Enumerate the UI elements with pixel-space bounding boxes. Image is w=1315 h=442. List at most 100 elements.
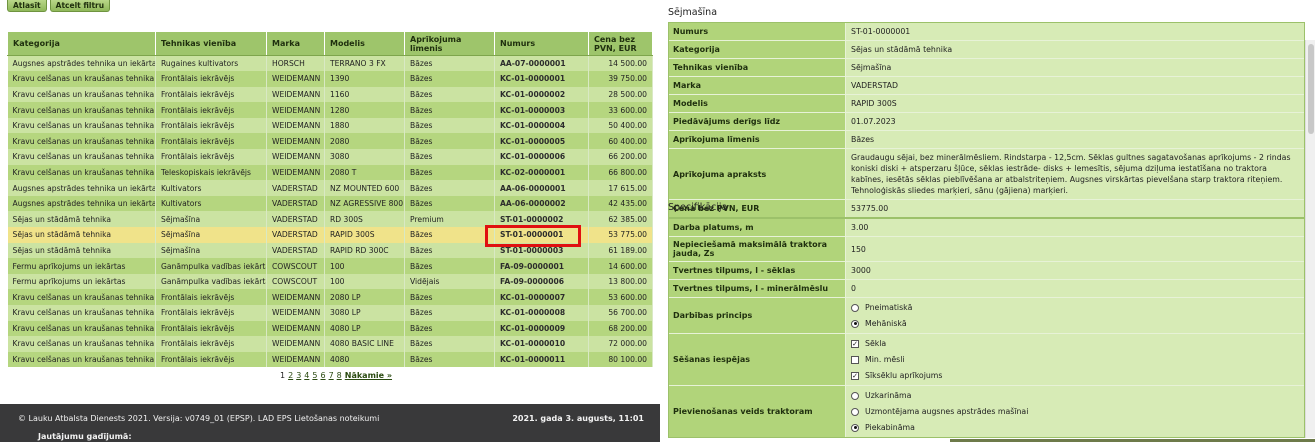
cell-number[interactable]: KC-01-0000001 <box>494 71 589 87</box>
table-row[interactable]: Kravu celšanas un kraušanas tehnika Front… <box>7 351 653 368</box>
cell-number[interactable]: ST-01-0000002 <box>494 211 589 228</box>
field-label: Modelis <box>669 95 846 112</box>
table-row[interactable]: Kravu celšanas un kraušanas tehnika Front… <box>7 336 653 352</box>
col-header-number[interactable]: Numurs <box>494 31 589 56</box>
cell-number[interactable]: ST-01-0000001 <box>494 227 589 243</box>
cell-number[interactable]: FA-09-0000001 <box>494 258 589 274</box>
spec-title: Specifikācija <box>668 202 728 213</box>
cell-category: Fermu aprīkojums un iekārtas <box>7 273 156 290</box>
table-row[interactable]: Augsnes apstrādes tehnika un iekārtas Rug… <box>7 55 653 72</box>
page-link[interactable]: 1 <box>280 371 285 380</box>
page-link[interactable]: 3 <box>296 371 301 380</box>
col-header-price[interactable]: Cena bez PVN, EUR <box>588 31 653 56</box>
cell-number[interactable]: KC-01-0000003 <box>494 102 589 118</box>
scrollbar[interactable] <box>1305 40 1315 438</box>
cell-number[interactable]: ST-01-0000003 <box>494 242 589 259</box>
col-header-model[interactable]: Modelis <box>324 31 405 56</box>
cell-number[interactable]: KC-01-0000006 <box>494 149 589 165</box>
page-link[interactable]: 8 <box>337 371 342 380</box>
cell-unit: Frontālais iekrāvējs <box>155 71 267 87</box>
cell-category: Kravu celšanas un kraušanas tehnika <box>7 320 156 337</box>
clear-filter-button[interactable]: Atcelt filtru <box>49 0 111 12</box>
cell-number[interactable]: KC-01-0000004 <box>494 117 589 134</box>
cell-price: 72 000.00 <box>588 336 653 352</box>
table-header-row: Kategorija Tehnikas vienība Marka Modeli… <box>7 31 653 56</box>
table-row[interactable]: Kravu celšanas un kraušanas tehnika Front… <box>7 305 653 321</box>
cell-price: 14 600.00 <box>588 258 653 274</box>
table-row[interactable]: Kravu celšanas un kraušanas tehnika Teles… <box>7 164 653 181</box>
scrollbar-thumb[interactable] <box>1308 44 1314 134</box>
radio-checked-icon[interactable] <box>851 423 859 432</box>
table-row[interactable]: Kravu celšanas un kraušanas tehnika Front… <box>7 320 653 337</box>
cell-model: NZ MOUNTED 600 <box>324 180 405 196</box>
page-link[interactable]: 4 <box>304 371 309 380</box>
cell-number[interactable]: KC-01-0000011 <box>494 351 589 368</box>
checkbox-unchecked-icon[interactable] <box>851 355 859 364</box>
cell-number[interactable]: KC-01-0000009 <box>494 320 589 337</box>
cell-number[interactable]: KC-01-0000007 <box>494 289 589 305</box>
checkbox-checked-icon[interactable]: ✓ <box>851 371 859 380</box>
cell-number[interactable]: AA-07-0000001 <box>494 55 589 72</box>
cell-number[interactable]: KC-01-0000010 <box>494 336 589 352</box>
radio-option[interactable]: Mehāniskā <box>851 318 907 329</box>
cell-number[interactable]: AA-06-0000002 <box>494 195 589 212</box>
checkbox-option[interactable]: Min. mēsli <box>851 354 905 365</box>
page-link[interactable]: 2 <box>288 371 293 380</box>
cell-level: Bāzes <box>404 102 495 118</box>
left-pane: Atlasīt Atcelt filtru Kategorija Tehnika… <box>0 0 660 442</box>
page-link[interactable]: 6 <box>320 371 325 380</box>
radio-option[interactable]: Uzmontējama augsnes apstrādes mašīnai <box>851 406 1028 417</box>
cell-level: Bāzes <box>404 351 495 368</box>
cell-level: Bāzes <box>404 133 495 150</box>
cell-model: 4080 LP <box>324 320 405 337</box>
col-header-brand[interactable]: Marka <box>266 31 325 56</box>
table-row[interactable]: Fermu aprīkojums un iekārtas Ganāmpulka v… <box>7 258 653 274</box>
next-pages-link[interactable]: Nākamie » <box>345 371 392 380</box>
table-row[interactable]: Fermu aprīkojums un iekārtas Ganāmpulka v… <box>7 273 653 290</box>
radio-option[interactable]: Uzkarināma <box>851 390 911 401</box>
cell-number[interactable]: FA-09-0000006 <box>494 273 589 290</box>
page-link[interactable]: 7 <box>329 371 334 380</box>
checkbox-option[interactable]: ✓ Sīksēklu aprīkojums <box>851 370 942 381</box>
radio-option[interactable]: Pneimatiskā <box>851 302 912 313</box>
radio-unchecked-icon[interactable] <box>851 407 859 416</box>
table-row[interactable]: Augsnes apstrādes tehnika un iekārtas Kul… <box>7 195 653 212</box>
radio-option[interactable]: Piekabināma <box>851 422 915 433</box>
table-row[interactable]: Kravu celšanas un kraušanas tehnika Front… <box>7 149 653 165</box>
col-header-category[interactable]: Kategorija <box>7 31 156 56</box>
cell-level: Bāzes <box>404 258 495 274</box>
field-value: Sējas un stādāmā tehnika <box>846 41 1304 58</box>
cell-model: 1280 <box>324 102 405 118</box>
table-row[interactable]: Kravu celšanas un kraušanas tehnika Front… <box>7 71 653 87</box>
radio-unchecked-icon[interactable] <box>851 303 859 312</box>
cell-number[interactable]: AA-06-0000001 <box>494 180 589 196</box>
table-row[interactable]: Kravu celšanas un kraušanas tehnika Front… <box>7 133 653 150</box>
cell-model: 1160 <box>324 86 405 103</box>
cell-number[interactable]: KC-01-0000005 <box>494 133 589 150</box>
radio-unchecked-icon[interactable] <box>851 391 859 400</box>
table-row[interactable]: Sējas un stādāmā tehnika Sējmašīna VADERST… <box>7 211 653 228</box>
cell-number[interactable]: KC-01-0000008 <box>494 305 589 321</box>
table-row[interactable]: Kravu celšanas un kraušanas tehnika Front… <box>7 86 653 103</box>
table-row[interactable]: Augsnes apstrādes tehnika un iekārtas Kul… <box>7 180 653 196</box>
col-header-unit[interactable]: Tehnikas vienība <box>155 31 267 56</box>
field-label: Piedāvājums derīgs līdz <box>669 113 846 130</box>
search-button[interactable]: Atlasīt <box>7 0 47 12</box>
cell-number[interactable]: KC-02-0000001 <box>494 164 589 181</box>
cell-unit: Frontālais iekrāvējs <box>155 305 267 321</box>
table-row[interactable]: Sējas un stādāmā tehnika Sējmašīna VADERST… <box>7 227 653 243</box>
table-row[interactable]: Kravu celšanas un kraušanas tehnika Front… <box>7 102 653 118</box>
option-group: Pneimatiskā Mehāniskā <box>846 298 1304 333</box>
cell-level: Bāzes <box>404 336 495 352</box>
table-row[interactable]: Sējas un stādāmā tehnika Sējmašīna VADERST… <box>7 242 653 259</box>
cell-model: 2080 LP <box>324 289 405 305</box>
cell-number[interactable]: KC-01-0000002 <box>494 86 589 103</box>
cell-brand: WEIDEMANN <box>266 86 325 103</box>
page-link[interactable]: 5 <box>312 371 317 380</box>
table-row[interactable]: Kravu celšanas un kraušanas tehnika Front… <box>7 289 653 305</box>
col-header-equipment-level[interactable]: Aprīkojuma līmenis <box>404 31 495 56</box>
table-row[interactable]: Kravu celšanas un kraušanas tehnika Front… <box>7 117 653 134</box>
checkbox-checked-icon[interactable]: ✓ <box>851 339 859 348</box>
checkbox-option[interactable]: ✓ Sēkla <box>851 338 886 349</box>
radio-checked-icon[interactable] <box>851 319 859 328</box>
